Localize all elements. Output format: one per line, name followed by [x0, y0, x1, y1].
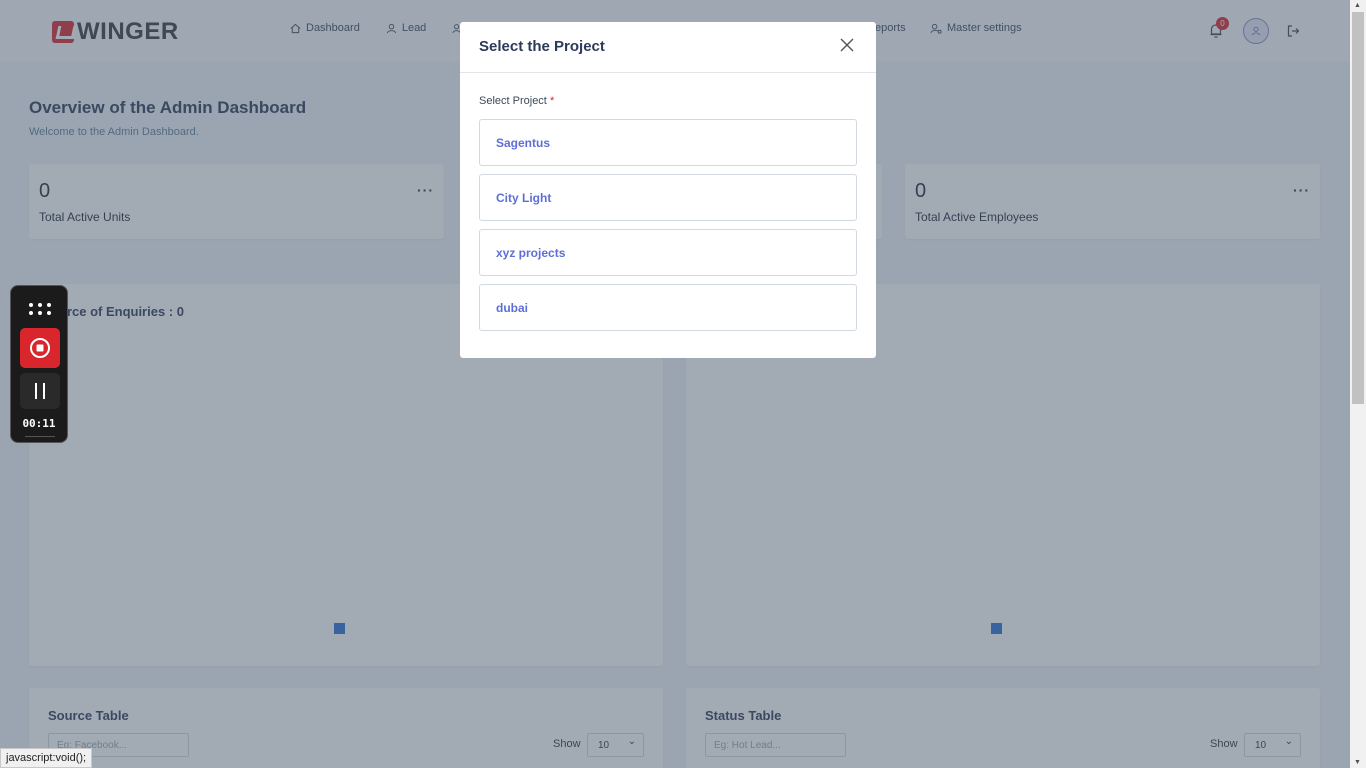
- divider: [25, 436, 55, 437]
- scroll-down-icon[interactable]: ▼: [1354, 759, 1361, 766]
- screen-recorder-widget: 00:11: [10, 285, 68, 443]
- close-icon[interactable]: [839, 37, 855, 53]
- scroll-thumb[interactable]: [1352, 12, 1364, 404]
- pause-recording-button[interactable]: [20, 373, 60, 409]
- required-mark: *: [549, 95, 555, 107]
- modal-title: Select the Project: [479, 38, 605, 55]
- page-scrollbar[interactable]: ▲ ▼: [1350, 0, 1366, 768]
- drag-handle-icon[interactable]: [29, 303, 51, 317]
- stop-recording-button[interactable]: [20, 328, 60, 368]
- browser-status-bar: javascript:void();: [0, 748, 93, 768]
- field-label-text: Select Project: [479, 95, 547, 107]
- pause-icon: [35, 383, 45, 399]
- scroll-up-icon[interactable]: ▲: [1354, 2, 1361, 9]
- select-project-modal: Select the Project Select Project * Sage…: [460, 22, 876, 358]
- select-project-label: Select Project *: [479, 95, 554, 107]
- project-option-dubai[interactable]: dubai: [479, 284, 857, 331]
- modal-header: Select the Project: [460, 22, 876, 73]
- stop-icon: [30, 338, 50, 358]
- project-option-sagentus[interactable]: Sagentus: [479, 119, 857, 166]
- project-option-xyz-projects[interactable]: xyz projects: [479, 229, 857, 276]
- project-option-city-light[interactable]: City Light: [479, 174, 857, 221]
- recording-timer: 00:11: [22, 417, 56, 430]
